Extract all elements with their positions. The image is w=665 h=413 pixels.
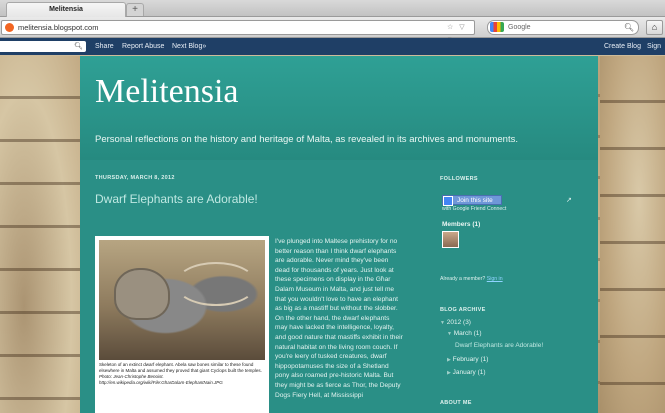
url-text: melitensia.blogspot.com [18, 23, 99, 32]
already-member-text: Already a member? [440, 276, 486, 282]
blog-archive-heading: BLOG ARCHIVE [440, 307, 486, 313]
post-title[interactable]: Dwarf Elephants are Adorable! [95, 192, 258, 206]
gfc-label: with Google Friend Connect [442, 206, 507, 212]
google-icon [490, 22, 504, 32]
external-link-icon[interactable]: ↗ [566, 196, 572, 204]
sidebar-sign-in-link[interactable]: Sign in [487, 276, 503, 282]
member-avatar[interactable] [442, 231, 459, 248]
search-icon[interactable]: 🔍︎ [74, 41, 83, 52]
home-icon: ⌂ [651, 22, 658, 32]
archive-feb-item[interactable]: ▶ February (1) [447, 356, 488, 363]
friend-connect-icon [443, 196, 453, 206]
archive-post-link[interactable]: Dwarf Elephants are Adorable! [455, 342, 543, 349]
next-blog-link[interactable]: Next Blog» [172, 38, 206, 55]
stone-wall-left [0, 56, 80, 413]
already-member-line: Already a member? Sign in [440, 276, 503, 282]
members-count: Members (1) [442, 221, 481, 228]
elephant-ribs-shape [175, 262, 257, 306]
caption-url: http://en.wikipedia.org/wiki/File:GharDa… [99, 380, 223, 385]
blog-description: Personal reflections on the history and … [95, 134, 518, 145]
post-body: I've plunged into Maltese prehistory for… [275, 238, 403, 399]
followers-heading: FOLLOWERS [440, 176, 478, 182]
caption-text: Skeleton of an extinct dwarf elephant. A… [99, 362, 262, 373]
stone-wall-right [600, 56, 665, 413]
address-bar[interactable]: melitensia.blogspot.com ☆ ▽ C [1, 20, 475, 44]
blogger-navbar: 🔍︎ Share Report Abuse Next Blog» Create … [0, 38, 665, 55]
tab-strip: Melitensia + [0, 0, 665, 17]
google-search-box[interactable]: Google 🔍︎ [487, 20, 639, 35]
create-blog-link[interactable]: Create Blog [604, 38, 641, 55]
expand-triangle-icon[interactable]: ▼ [440, 320, 445, 326]
search-icon[interactable]: 🔍︎ [624, 21, 634, 34]
share-link[interactable]: Share [95, 38, 114, 55]
about-me-heading: ABOUT ME [440, 400, 472, 406]
blog-search-input[interactable]: 🔍︎ [0, 41, 86, 52]
expand-triangle-icon[interactable]: ▼ [447, 331, 452, 337]
report-abuse-link[interactable]: Report Abuse [122, 38, 164, 55]
archive-jan-label[interactable]: January (1) [453, 369, 486, 376]
collapse-triangle-icon[interactable]: ▶ [447, 357, 451, 363]
archive-year-item[interactable]: ▼ 2012 (3) [440, 319, 471, 326]
blogger-favicon-icon [5, 23, 14, 32]
sign-in-link[interactable]: Sign [647, 38, 661, 55]
blog-title[interactable]: Melitensia [95, 73, 239, 111]
browser-tab[interactable]: Melitensia [6, 2, 126, 17]
new-tab-button[interactable]: + [126, 3, 144, 16]
search-placeholder: Google [508, 24, 531, 31]
archive-month-label[interactable]: March (1) [454, 330, 482, 337]
elephant-skull-shape [114, 268, 170, 320]
home-button[interactable]: ⌂ [646, 20, 663, 35]
archive-month-item[interactable]: ▼ March (1) [447, 330, 482, 337]
navigation-bar: melitensia.blogspot.com ☆ ▽ C Google 🔍︎ … [0, 17, 665, 44]
collapse-triangle-icon[interactable]: ▶ [447, 370, 451, 376]
caption-credit: Photo: Jean-Christophe Benoist. [99, 374, 164, 379]
archive-feb-label[interactable]: February (1) [453, 356, 489, 363]
archive-jan-item[interactable]: ▶ January (1) [447, 369, 486, 376]
photo-caption: Skeleton of an extinct dwarf elephant. A… [99, 362, 265, 386]
archive-year-label[interactable]: 2012 (3) [447, 319, 471, 326]
post-date: THURSDAY, MARCH 8, 2012 [95, 175, 175, 181]
